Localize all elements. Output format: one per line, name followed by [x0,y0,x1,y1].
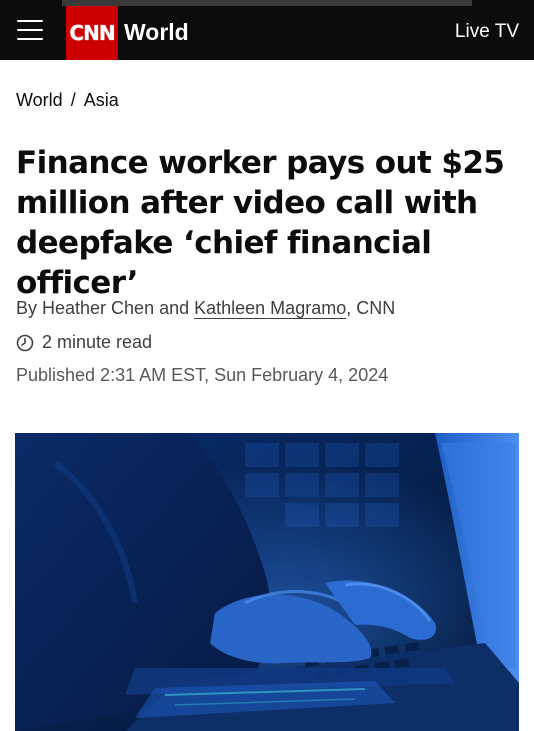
top-navigation-bar: CNN World Live TV [0,0,534,60]
breadcrumb-item-asia[interactable]: Asia [84,90,119,111]
cnn-logo-text: CNN [69,21,115,45]
clock-icon [16,334,34,351]
cnn-logo[interactable]: CNN [66,6,118,60]
breadcrumb-item-world[interactable]: World [16,90,63,111]
breadcrumb: World / Asia [16,90,119,111]
read-time: 2 minute read [16,332,152,353]
hero-image[interactable] [15,433,519,731]
breadcrumb-separator: / [70,90,76,110]
byline-prefix: By Heather Chen and [16,298,190,318]
published-timestamp: Published 2:31 AM EST, Sun February 4, 2… [16,365,389,385]
author-link-kathleen-magramo[interactable]: Kathleen Magramo [194,298,346,318]
live-tv-link[interactable]: Live TV [455,21,519,43]
top-scroll-indicator [62,0,472,6]
hero-image-illustration [15,433,519,731]
hamburger-menu-icon[interactable] [17,19,43,41]
byline-suffix: , CNN [346,298,396,318]
read-time-label: 2 minute read [42,332,153,352]
article-headline: Finance worker pays out $25 million afte… [16,145,505,301]
article-byline: By Heather Chen and Kathleen Magramo, CN… [16,298,395,319]
section-title[interactable]: World [124,19,189,46]
